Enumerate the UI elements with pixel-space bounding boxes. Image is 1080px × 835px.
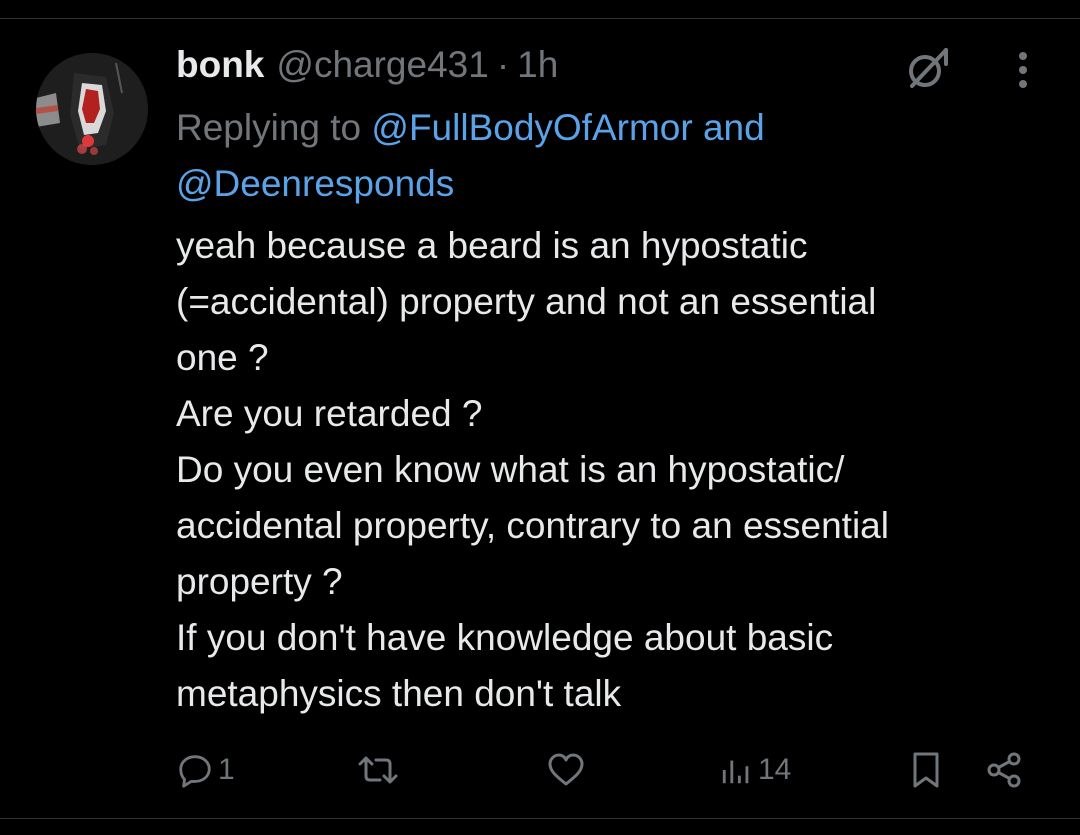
heart-icon xyxy=(546,750,586,790)
bookmark-button[interactable] xyxy=(908,745,944,795)
reply-button[interactable]: 1 xyxy=(176,745,235,795)
share-button[interactable] xyxy=(984,745,1024,795)
body-line: Are you retarded ? xyxy=(176,393,483,434)
reply-count: 1 xyxy=(218,753,235,786)
mention-and: and xyxy=(702,107,765,148)
avatar[interactable] xyxy=(36,53,148,165)
retweet-button[interactable] xyxy=(356,745,404,795)
avatar-image xyxy=(36,53,148,165)
body-line: metaphysics then don't talk xyxy=(176,673,622,714)
share-icon xyxy=(984,750,1024,790)
separator-dot: · xyxy=(496,44,510,85)
more-dots-icon[interactable] xyxy=(1006,48,1040,92)
grok-icon[interactable] xyxy=(902,44,952,94)
body-line: yeah because a beard is an hypostatic xyxy=(176,225,808,266)
body-line: If you don't have knowledge about basic xyxy=(176,617,834,658)
user-handle[interactable]: @charge431 xyxy=(276,44,488,86)
tweet-header: bonk @charge431 · 1h xyxy=(176,44,558,90)
replying-to: Replying to @FullBodyOfArmor and @Deenre… xyxy=(176,100,1036,212)
mention-link-1[interactable]: @FullBodyOfArmor xyxy=(371,107,692,148)
views-bar-icon xyxy=(720,750,754,790)
body-line: (=accidental) property and not an essent… xyxy=(176,281,877,322)
mention-link-2[interactable]: @Deenresponds xyxy=(176,163,454,204)
top-divider xyxy=(0,18,1080,19)
bookmark-icon xyxy=(908,750,944,790)
tweet-screenshot: bonk @charge431 · 1h Replying to @FullBo… xyxy=(0,0,1080,835)
body-line: one ? xyxy=(176,337,269,378)
body-line: Do you even know what is an hypostatic/ xyxy=(176,449,845,490)
replying-to-label: Replying to xyxy=(176,107,362,148)
views-button[interactable]: 14 xyxy=(720,745,791,795)
retweet-icon xyxy=(356,750,400,790)
timestamp[interactable]: 1h xyxy=(517,44,558,86)
body-line: property ? xyxy=(176,561,343,602)
reply-bubble-icon xyxy=(176,751,214,789)
display-name[interactable]: bonk xyxy=(176,44,264,86)
bottom-divider xyxy=(0,818,1080,819)
action-bar: 1 14 xyxy=(0,745,1080,795)
like-button[interactable] xyxy=(546,745,590,795)
tweet-body: yeah because a beard is an hypostatic (=… xyxy=(176,218,1056,722)
body-line: accidental property, contrary to an esse… xyxy=(176,505,889,546)
views-count: 14 xyxy=(758,753,792,786)
